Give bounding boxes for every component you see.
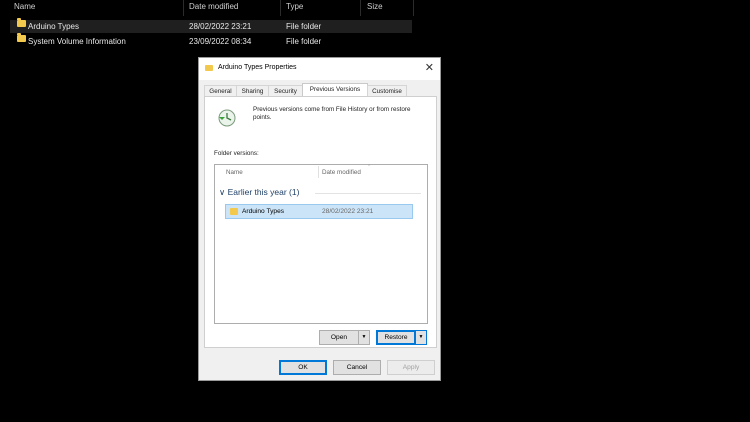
apply-button[interactable]: Apply	[387, 360, 435, 375]
chevron-down-icon: ∨	[219, 187, 226, 197]
list-column-name[interactable]: Name	[226, 169, 243, 176]
folder-icon	[17, 18, 26, 27]
restore-dropdown-arrow-icon[interactable]: ▼	[415, 330, 427, 345]
column-separator[interactable]	[318, 166, 319, 178]
version-date: 28/02/2022 23:21	[322, 208, 374, 215]
folder-icon	[17, 33, 26, 42]
file-name: Arduino Types	[28, 22, 79, 31]
file-date: 28/02/2022 23:21	[189, 22, 252, 31]
folder-versions-label: Folder versions:	[214, 150, 259, 157]
folder-versions-list[interactable]: Name ⌃ Date modified ∨ Earlier this year…	[214, 164, 428, 324]
list-column-date-modified[interactable]: Date modified	[322, 169, 361, 176]
column-header-size[interactable]: Size	[367, 0, 383, 16]
cancel-button[interactable]: Cancel	[333, 360, 381, 375]
folder-icon	[205, 65, 213, 71]
previous-versions-panel: Previous versions come from File History…	[204, 96, 437, 348]
properties-dialog: Arduino Types Properties ✕ General Shari…	[198, 57, 441, 381]
column-header-date-modified[interactable]: Date modified	[189, 0, 238, 16]
open-button[interactable]: Open	[319, 330, 359, 345]
ok-button[interactable]: OK	[279, 360, 327, 375]
restore-button[interactable]: Restore	[376, 330, 416, 345]
close-icon[interactable]: ✕	[425, 61, 434, 74]
group-header[interactable]: ∨ Earlier this year (1)	[219, 187, 299, 198]
file-row-system-volume-information[interactable]: System Volume Information 23/09/2022 08:…	[10, 33, 412, 48]
history-icon	[218, 109, 236, 127]
tab-previous-versions[interactable]: Previous Versions	[302, 83, 368, 97]
dialog-title: Arduino Types Properties	[218, 64, 297, 71]
list-header: Name ⌃ Date modified	[215, 164, 427, 179]
tab-strip: General Sharing Security Previous Versio…	[204, 83, 435, 97]
folder-icon	[230, 208, 238, 215]
column-separator[interactable]	[183, 0, 184, 16]
column-separator[interactable]	[413, 0, 414, 16]
group-divider	[315, 193, 421, 194]
open-dropdown-arrow-icon[interactable]: ▼	[358, 330, 370, 345]
file-type: File folder	[286, 37, 322, 46]
file-name: System Volume Information	[28, 37, 126, 46]
group-label: Earlier this year (1)	[227, 187, 300, 197]
file-date: 23/09/2022 08:34	[189, 37, 252, 46]
column-header-name[interactable]: Name	[14, 0, 35, 16]
version-row[interactable]: Arduino Types 28/02/2022 23:21	[225, 204, 413, 219]
dialog-titlebar[interactable]: Arduino Types Properties ✕	[199, 58, 440, 80]
column-separator[interactable]	[280, 0, 281, 16]
file-row-arduino-types[interactable]: Arduino Types 28/02/2022 23:21 File fold…	[10, 18, 412, 33]
file-type: File folder	[286, 22, 322, 31]
info-text: Previous versions come from File History…	[253, 106, 411, 121]
sort-indicator-icon: ⌃	[367, 164, 372, 170]
column-header-type[interactable]: Type	[286, 0, 303, 16]
version-name: Arduino Types	[242, 208, 285, 215]
column-separator[interactable]	[360, 0, 361, 16]
